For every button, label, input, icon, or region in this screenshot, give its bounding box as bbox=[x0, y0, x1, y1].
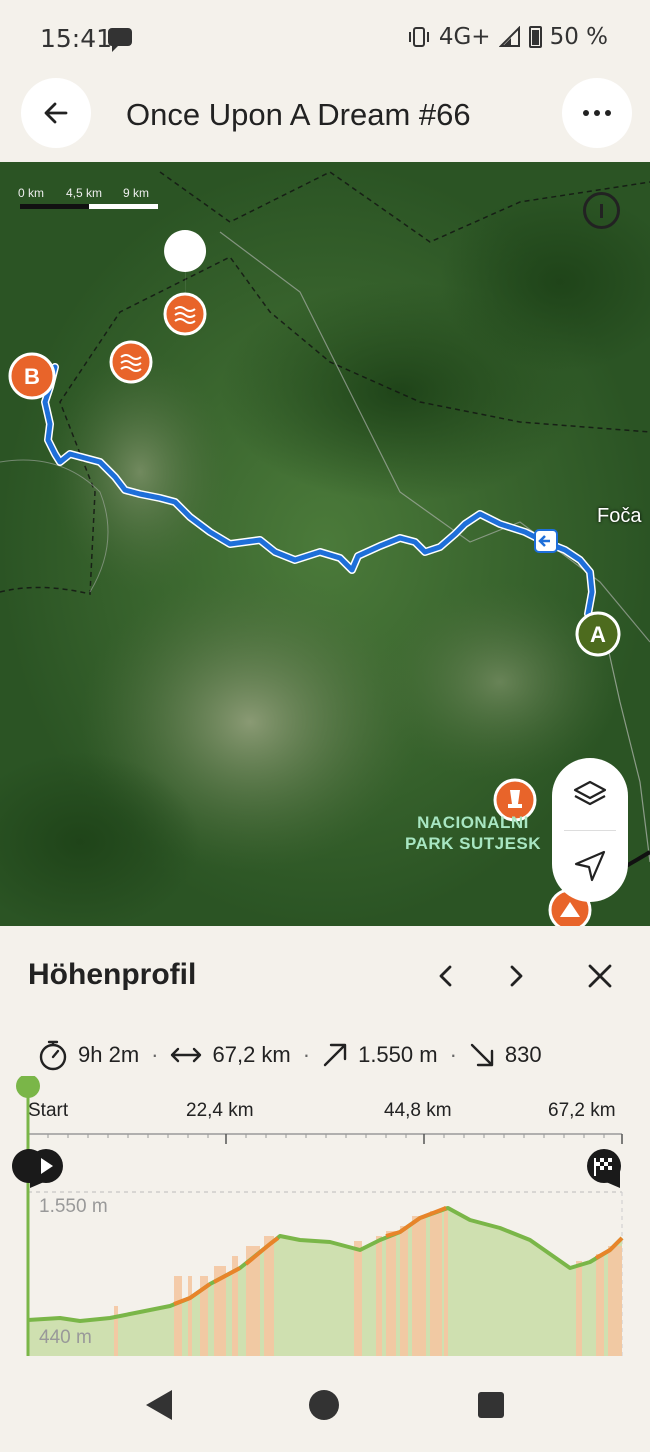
start-marker-label: A bbox=[590, 622, 606, 647]
scale-label-1: 4,5 km bbox=[66, 186, 103, 200]
elevation-panel: Höhenprofil 9h 2m · 67,2 km · 1.550 m · … bbox=[0, 926, 650, 1356]
stopwatch-icon bbox=[39, 1040, 67, 1071]
map-scale: 0 km 4,5 km 9 km bbox=[18, 186, 158, 209]
close-icon bbox=[588, 964, 612, 988]
chevron-left-icon bbox=[439, 965, 452, 987]
layers-button[interactable] bbox=[552, 758, 628, 830]
park-label-line-2: PARK SUTJESK bbox=[405, 834, 542, 853]
park-label-line-1: NACIONALNI bbox=[417, 813, 529, 832]
ascent-stat: 1.550 m bbox=[322, 1042, 438, 1068]
start-marker[interactable]: A bbox=[574, 610, 622, 658]
more-options-button[interactable] bbox=[562, 78, 632, 148]
ascent-value: 1.550 m bbox=[358, 1042, 438, 1067]
descent-value: 830 bbox=[504, 1042, 542, 1067]
map-view[interactable]: 0 km 4,5 km 9 km B A Foča NACIONALNI PAR… bbox=[0, 162, 650, 926]
elevation-min-label: 440 m bbox=[39, 1327, 92, 1348]
navigation-arrow-icon bbox=[574, 850, 606, 882]
layers-icon bbox=[573, 780, 607, 806]
end-marker[interactable]: B bbox=[8, 352, 56, 400]
scale-label-2: 9 km bbox=[123, 186, 150, 200]
end-marker-label: B bbox=[24, 364, 40, 389]
info-icon[interactable] bbox=[583, 192, 620, 229]
battery-icon bbox=[528, 26, 542, 48]
water-poi-icon-2 bbox=[109, 340, 153, 384]
town-label: Foča bbox=[597, 505, 642, 527]
nav-home-icon bbox=[309, 1390, 339, 1420]
nav-back-icon bbox=[146, 1390, 172, 1420]
distance-icon bbox=[171, 1047, 202, 1063]
profile-chart: 1.550 m 440 m bbox=[12, 1076, 624, 1356]
ascent-arrow-icon bbox=[323, 1043, 347, 1067]
status-bar: 15:41 4G+ 50 % bbox=[0, 0, 650, 70]
duration-stat: 9h 2m bbox=[38, 1039, 139, 1071]
signal-icon bbox=[498, 26, 520, 47]
elevation-profile[interactable]: Start 22,4 km 44,8 km 67,2 km 1.550 m 44… bbox=[0, 1076, 650, 1356]
scale-label-0: 0 km bbox=[18, 186, 45, 200]
next-button[interactable] bbox=[496, 956, 536, 996]
finish-flag-icon bbox=[587, 1149, 621, 1188]
arrow-left-icon bbox=[44, 102, 68, 124]
vibrate-icon bbox=[408, 27, 429, 47]
network-type: 4G+ bbox=[438, 24, 491, 50]
page-title: Once Upon A Dream #66 bbox=[126, 97, 471, 132]
more-icon bbox=[583, 110, 611, 116]
system-nav-icons bbox=[146, 1390, 504, 1420]
tour-stats: 9h 2m · 67,2 km · 1.550 m · 830 bbox=[38, 1038, 542, 1072]
locate-button[interactable] bbox=[552, 830, 628, 902]
battery-percent: 50 % bbox=[549, 24, 608, 50]
descent-stat: 830 bbox=[469, 1042, 542, 1068]
back-button[interactable] bbox=[21, 78, 91, 148]
system-nav-bar bbox=[0, 1356, 650, 1447]
play-start-icon bbox=[12, 1149, 63, 1188]
distance-stat: 67,2 km bbox=[170, 1042, 291, 1068]
distance-value: 67,2 km bbox=[212, 1042, 291, 1067]
previous-button[interactable] bbox=[426, 956, 466, 996]
park-label: NACIONALNI PARK SUTJESK bbox=[405, 812, 541, 854]
descent-arrow-icon bbox=[470, 1043, 494, 1067]
chevron-right-icon bbox=[510, 965, 523, 987]
route-direction-icon bbox=[534, 529, 558, 553]
app-header: Once Upon A Dream #66 bbox=[0, 70, 650, 162]
nav-recents-icon bbox=[478, 1392, 504, 1418]
duration-value: 9h 2m bbox=[78, 1042, 140, 1067]
status-time: 15:41 bbox=[40, 24, 113, 53]
panel-title: Höhenprofil bbox=[28, 958, 197, 991]
map-tools bbox=[552, 758, 628, 902]
message-icon bbox=[108, 28, 132, 52]
elevation-max-label: 1.550 m bbox=[39, 1196, 108, 1217]
close-button[interactable] bbox=[580, 956, 620, 996]
status-icons: 4G+ 50 % bbox=[407, 24, 608, 50]
